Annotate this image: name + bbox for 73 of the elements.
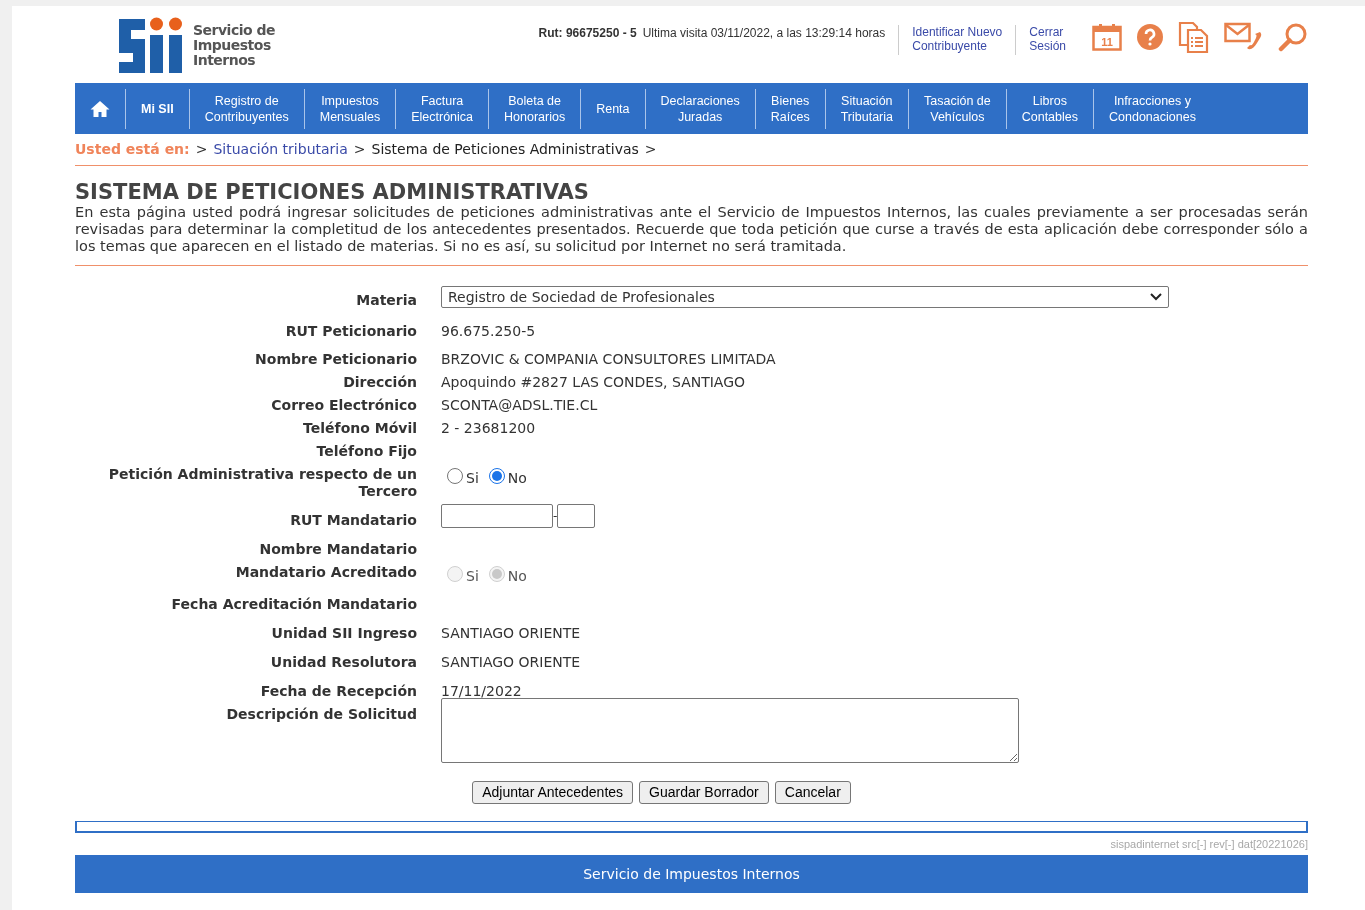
field-label: Materia — [355, 292, 417, 309]
footer-text: Servicio de Impuestos Internos — [583, 864, 800, 884]
radio-label: No — [507, 470, 527, 487]
radio-button[interactable] — [488, 467, 505, 484]
nav-item[interactable]: Libros Contables — [1006, 92, 1093, 125]
calendar-icon[interactable]: 11 — [1092, 23, 1122, 51]
breadcrumb-separator: > — [353, 140, 366, 159]
nav-item[interactable]: Situación Tributaria — [825, 92, 908, 125]
search-icon[interactable] — [1278, 22, 1308, 52]
field-label: Petición Administrativa respecto de un Tercero — [107, 466, 417, 500]
radio-button[interactable] — [447, 467, 463, 484]
field-label: RUT Peticionario — [284, 323, 417, 340]
nav-item[interactable]: Boleta de Honorarios — [489, 92, 581, 125]
field-label: Mandatario Acreditado — [234, 564, 417, 581]
breadcrumb-link[interactable]: Situación tributaria — [213, 139, 348, 160]
field-label: Dirección — [342, 374, 417, 391]
rut-check-digit-field[interactable] — [557, 504, 596, 528]
field-label: Unidad Resolutora — [269, 654, 417, 671]
field-label: Nombre Peticionario — [254, 351, 417, 368]
nav-item[interactable]: Declaraciones Juradas — [645, 92, 755, 125]
field-label: Fecha de Recepción — [259, 683, 417, 700]
radio-label: No — [507, 568, 527, 585]
rut-separator: - — [553, 507, 558, 525]
field-label: Descripción de Solicitud — [225, 706, 417, 723]
documents-icon[interactable] — [1178, 21, 1210, 53]
header-link[interactable]: Cerrar Sesión — [1015, 25, 1066, 55]
nav-item[interactable]: Renta — [581, 100, 645, 117]
radio-label: Si — [466, 470, 479, 487]
nav-item[interactable]: Bienes Raíces — [755, 92, 825, 125]
field-label: Unidad SII Ingreso — [270, 625, 417, 642]
nav-item[interactable]: Factura Electrónica — [396, 92, 489, 125]
field-value: 96.675.250-5 — [441, 323, 536, 340]
breadcrumb-separator: > — [195, 140, 208, 159]
form-button[interactable]: Guardar Borrador — [639, 781, 769, 804]
field-label: Teléfono Móvil — [302, 420, 417, 437]
field-label: Correo Electrónico — [270, 397, 417, 414]
nav-item[interactable]: Infracciones y Condonaciones — [1094, 92, 1211, 125]
breadcrumb-current: Sistema de Peticiones Administrativas — [371, 140, 639, 159]
subject-select[interactable]: Registro de Sociedad de Profesionales — [441, 286, 1169, 308]
version-text: sispadinternet src[-] rev[-] dat[20221026] — [1109, 837, 1308, 852]
mail-phone-icon[interactable] — [1224, 22, 1264, 52]
home-icon[interactable] — [90, 99, 110, 118]
nav-item[interactable]: Impuestos Mensuales — [304, 92, 396, 125]
chevron-down-icon — [1150, 293, 1162, 301]
field-label: Teléfono Fijo — [315, 443, 417, 460]
field-value: SANTIAGO ORIENTE — [441, 625, 581, 642]
page-title: SISTEMA DE PETICIONES ADMINISTRATIVAS — [75, 180, 590, 204]
nav-item[interactable]: Mi SII — [126, 100, 189, 117]
field-label: RUT Mandatario — [289, 512, 417, 529]
field-value: 17/11/2022 — [441, 683, 522, 700]
field-value: 2 - 23681200 — [441, 420, 536, 437]
intro-paragraph: En esta página usted podrá ingresar solicitudes de peticiones administrativas ante el Servicio de Impuestos Internos, las cuales previamente a ser procesadas serán revisadas para determinar la completitud de los antecedentes presentados. Recuerde que toda petición que curse a través de esta aplicación debe corresponder sólo a los temas que aparecen en el listado de materias. Si no es así, su solicitud por Internet no será tramitada. — [75, 204, 1308, 266]
field-value: Apoquindo #2827 LAS CONDES, SANTIAGO — [441, 374, 746, 391]
description-field[interactable] — [441, 698, 1019, 763]
field-label: Nombre Mandatario — [258, 541, 417, 558]
last-visit-text: Ultima visita 03/11/2022, a las 13:29:14 horas — [642, 26, 886, 40]
breadcrumb-separator: > — [644, 140, 657, 159]
header-link[interactable]: Identificar Nuevo Contribuyente — [898, 25, 1003, 55]
form-button[interactable]: Adjuntar Antecedentes — [472, 781, 634, 804]
field-value: BRZOVIC & COMPANIA CONSULTORES LIMITADA — [441, 351, 776, 368]
radio-label: Si — [466, 568, 479, 585]
field-value: SCONTA@ADSL.TIE.CL — [441, 397, 598, 414]
field-label: Fecha Acreditación Mandatario — [170, 596, 417, 613]
help-icon[interactable] — [1136, 23, 1164, 51]
logo-text: Servicio de Impuestos Internos — [193, 23, 275, 68]
nav-item[interactable]: Registro de Contribuyentes — [189, 92, 304, 125]
field-value: SANTIAGO ORIENTE — [441, 654, 581, 671]
form-button[interactable]: Cancelar — [774, 781, 851, 804]
session-rut: Rut: 96675250 - 5 — [538, 26, 637, 40]
rut-number-field[interactable] — [441, 504, 553, 528]
logo-icon — [117, 16, 185, 75]
nav-item[interactable]: Tasación de Vehículos — [909, 92, 1006, 125]
breadcrumb-label: Usted está en: — [75, 140, 190, 159]
